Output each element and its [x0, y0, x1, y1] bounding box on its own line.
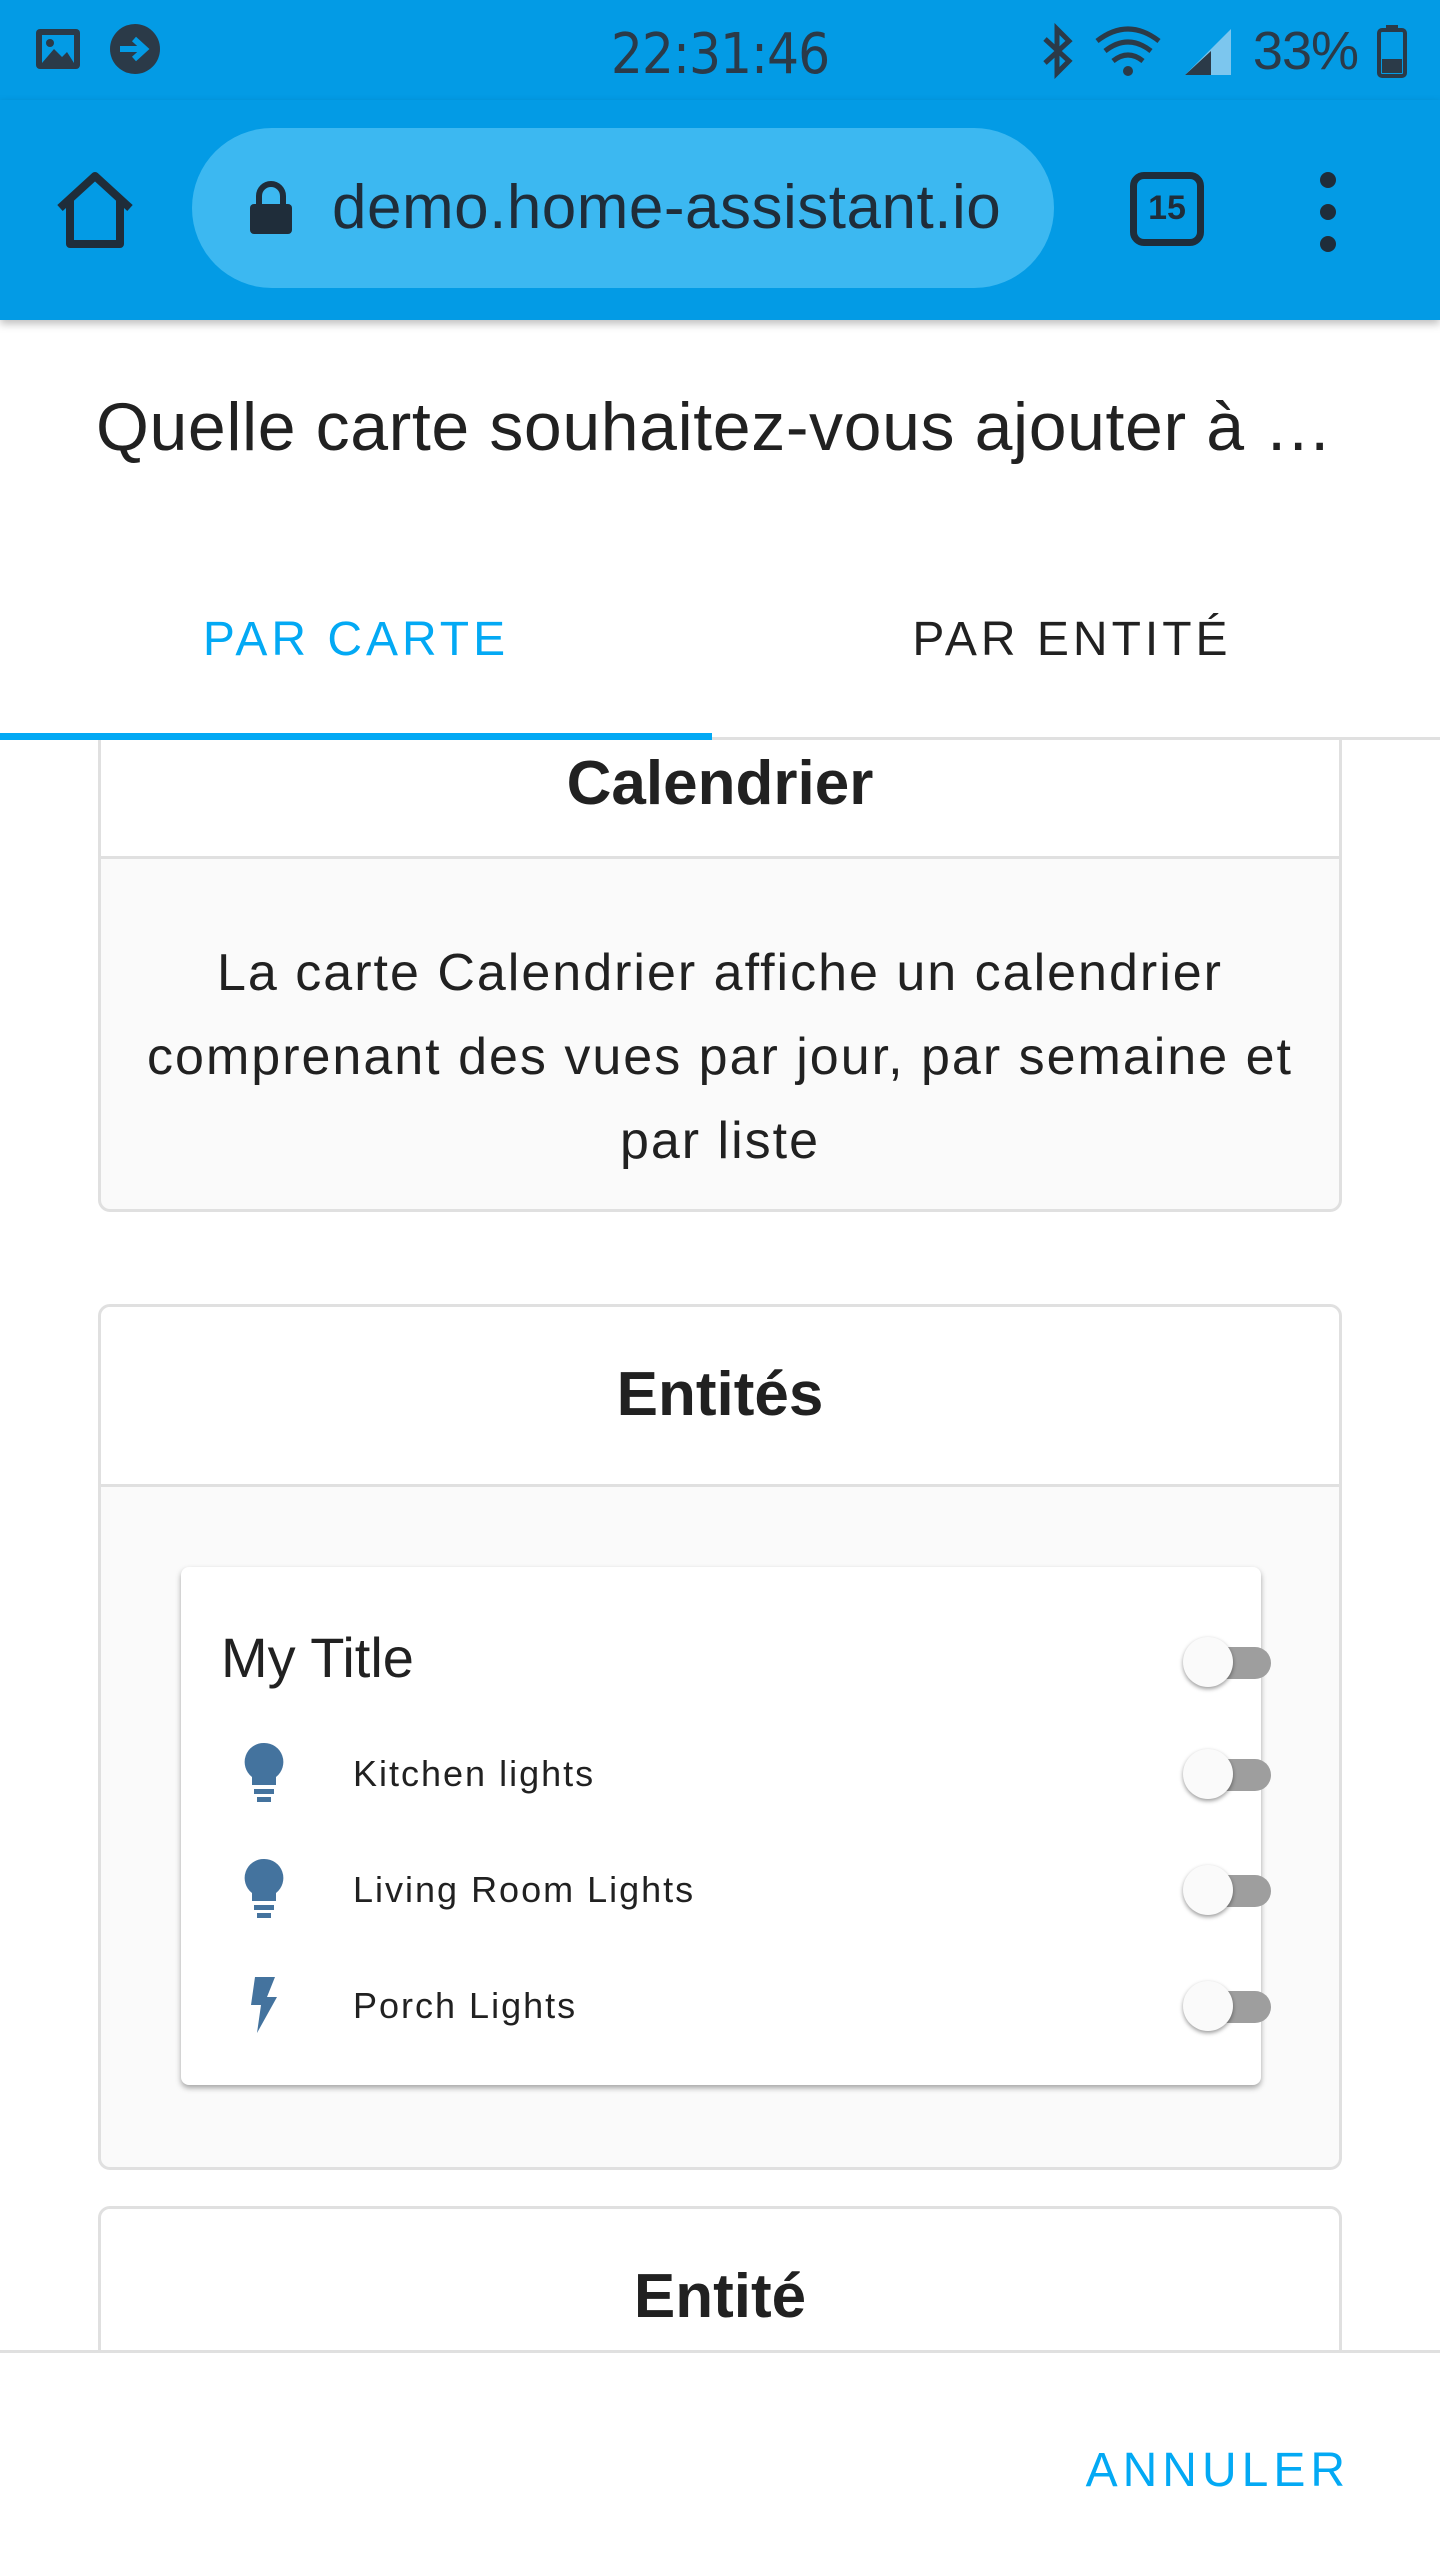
entity-toggle[interactable]: [1183, 1749, 1271, 1799]
card-option-description: La carte Calendrier affiche un calendrie…: [147, 944, 1293, 1170]
entity-name: Porch Lights: [353, 1985, 578, 2026]
tab-switcher-button[interactable]: 15: [1130, 172, 1204, 246]
card-option-title: Entité: [101, 2209, 1339, 2350]
address-bar[interactable]: demo.home-assistant.io: [192, 128, 1054, 288]
card-picker-list[interactable]: Calendrier La carte Calendrier affiche u…: [0, 740, 1440, 2350]
active-tab-indicator: [0, 733, 712, 740]
entity-row[interactable]: Kitchen lights: [181, 1723, 1271, 1823]
status-right: 33%: [1041, 20, 1408, 82]
dialog-title: Quelle carte souhaitez-vous ajouter à …: [96, 389, 1333, 465]
browser-toolbar: demo.home-assistant.io 15: [0, 100, 1440, 320]
home-icon[interactable]: [52, 166, 138, 252]
status-bar: 22:31:46 33%: [0, 0, 1440, 100]
tab-by-card[interactable]: PAR CARTE: [0, 560, 712, 740]
entity-row[interactable]: Living Room Lights: [181, 1839, 1271, 1939]
lightbulb-icon: [244, 1858, 284, 1918]
cancel-button[interactable]: ANNULER: [1086, 2443, 1350, 2498]
tab-bar: PAR CARTE PAR ENTITÉ: [0, 560, 1440, 740]
entity-name: Kitchen lights: [353, 1753, 596, 1794]
cell-signal-icon: [1184, 29, 1231, 75]
entity-toggle[interactable]: [1183, 1865, 1271, 1915]
card-option-entities[interactable]: Entités My Title Kitchen lights Living R…: [98, 1304, 1342, 2170]
entity-row[interactable]: Porch Lights: [181, 1955, 1271, 2055]
entities-preview-card: My Title Kitchen lights Living Room Ligh…: [181, 1567, 1271, 2085]
card-option-entity[interactable]: Entité: [98, 2206, 1342, 2350]
flash-icon: [251, 1977, 277, 2033]
entity-toggle[interactable]: [1183, 1981, 1271, 2031]
entities-card-title: My Title: [221, 1626, 414, 1689]
header-toggle[interactable]: [1183, 1637, 1271, 1687]
lightbulb-icon: [244, 1742, 284, 1802]
url-text: demo.home-assistant.io: [332, 173, 1002, 242]
battery-icon: [1377, 25, 1407, 78]
dialog-footer: ANNULER: [0, 2350, 1440, 2560]
card-option-calendar[interactable]: Calendrier La carte Calendrier affiche u…: [98, 740, 1342, 1212]
tab-by-entity[interactable]: PAR ENTITÉ: [716, 560, 1428, 740]
entity-name: Living Room Lights: [353, 1869, 696, 1910]
bluetooth-icon: [1043, 23, 1073, 79]
wifi-icon: [1095, 26, 1161, 76]
card-preview: My Title Kitchen lights Living Room Ligh…: [101, 1487, 1339, 2167]
card-option-title: Entités: [101, 1307, 1339, 1487]
battery-percent: 33%: [1252, 21, 1359, 81]
card-option-title: Calendrier: [101, 740, 1339, 859]
more-vert-icon[interactable]: [1310, 170, 1346, 254]
lock-icon: [250, 181, 292, 234]
